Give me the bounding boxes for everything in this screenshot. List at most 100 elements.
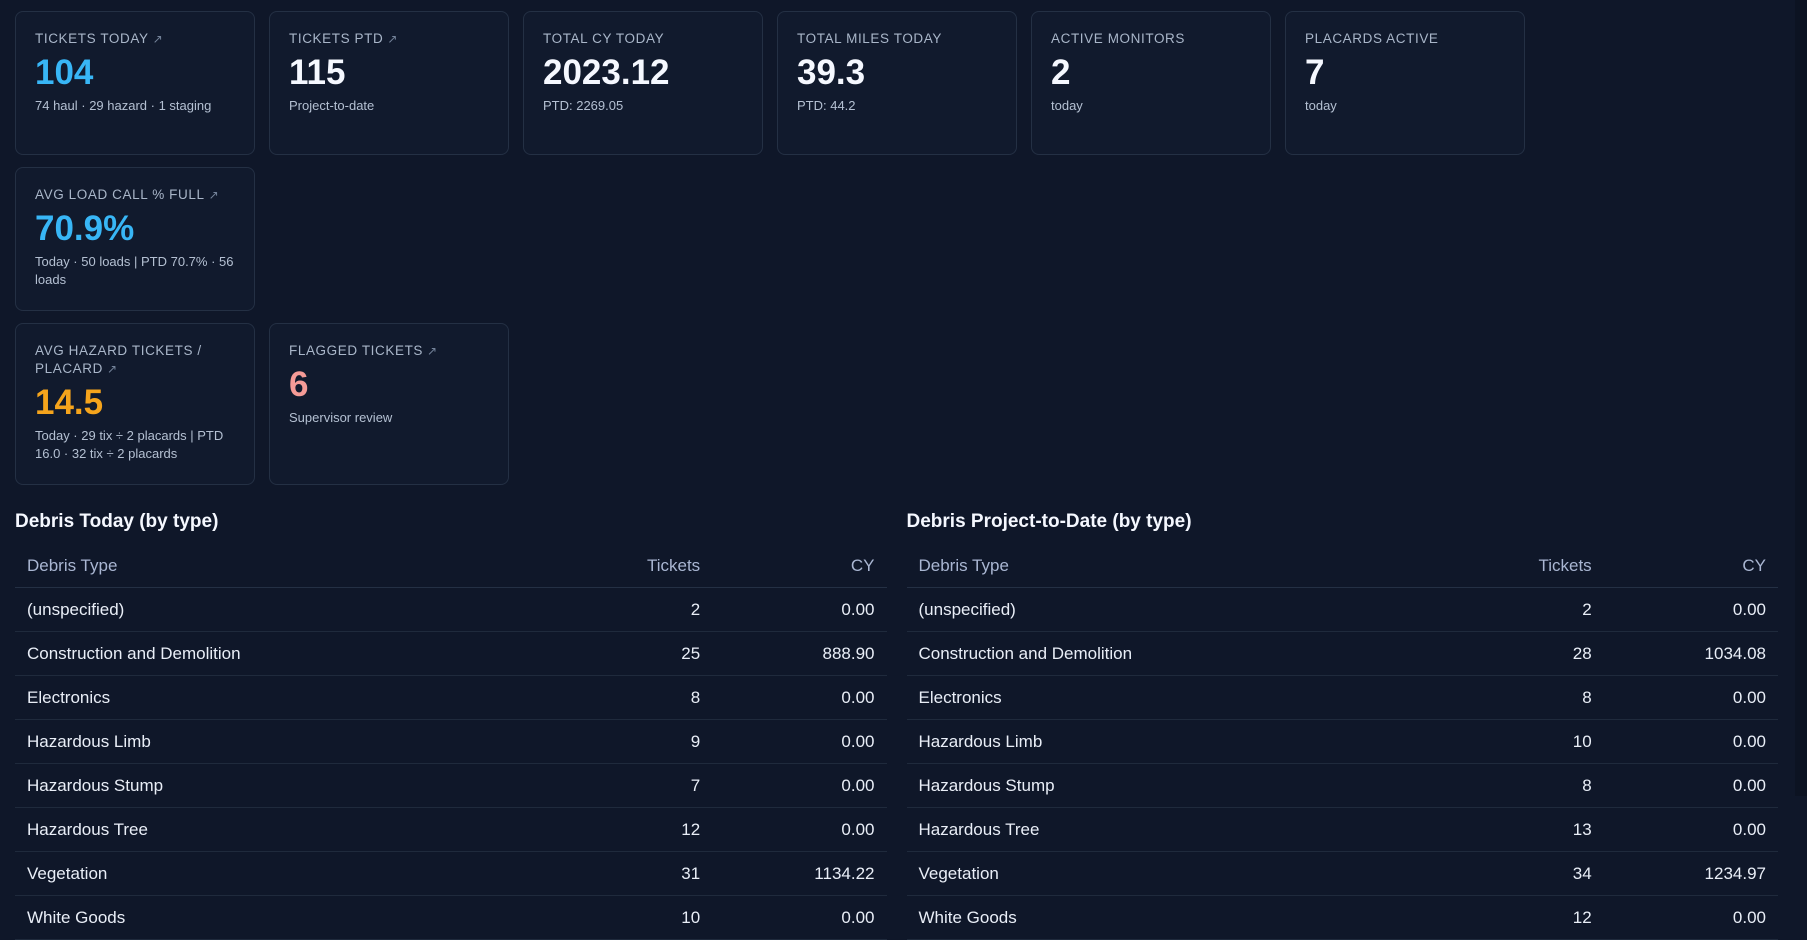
col-debris-type[interactable]: Debris Type [15, 544, 521, 588]
table-row: (unspecified) 2 0.00 [906, 587, 1778, 632]
debris-type-cell: White Goods [15, 895, 521, 940]
col-cy[interactable]: CY [712, 544, 887, 588]
debris-type-cell: White Goods [906, 895, 1412, 940]
table-row: Construction and Demolition 25 888.90 [15, 631, 887, 676]
kpi-card-title: ACTIVE MONITORS [1051, 30, 1251, 48]
tickets-cell: 7 [520, 763, 713, 808]
tickets-cell: 2 [1411, 587, 1604, 632]
table-row: Vegetation 31 1134.22 [15, 851, 887, 896]
tickets-cell: 10 [520, 895, 713, 940]
debris-type-cell: Hazardous Tree [906, 807, 1412, 852]
table-row: White Goods 10 0.00 [15, 895, 887, 940]
table-row: Construction and Demolition 28 1034.08 [906, 631, 1778, 676]
tickets-cell: 8 [1411, 763, 1604, 808]
debris-type-cell: Hazardous Limb [906, 719, 1412, 764]
kpi-card: TOTAL MILES TODAY 39.3 PTD: 44.2 [777, 11, 1017, 155]
kpi-card: PLACARDS ACTIVE 7 today [1285, 11, 1525, 155]
cy-cell: 888.90 [712, 631, 887, 676]
table-row: Hazardous Stump 8 0.00 [906, 763, 1778, 808]
kpi-card-title: FLAGGED TICKETS ↗ [289, 342, 489, 360]
tickets-cell: 34 [1411, 851, 1604, 896]
external-link-arrow-icon[interactable]: ↗ [209, 188, 220, 202]
debris-tables: Debris Today (by type) Debris Type Ticke… [15, 510, 1778, 940]
cy-cell: 0.00 [712, 763, 887, 808]
kpi-card-title-text: FLAGGED TICKETS [289, 343, 424, 358]
table-header-row: Debris Type Tickets CY [906, 544, 1778, 588]
cy-cell: 0.00 [712, 719, 887, 764]
tickets-cell: 25 [520, 631, 713, 676]
kpi-card-value: 39.3 [797, 53, 866, 92]
kpi-card-subtext: Today · 50 loads | PTD 70.7% · 56 loads [35, 254, 234, 287]
kpi-card-title: TICKETS TODAY ↗ [35, 30, 235, 48]
cy-cell: 0.00 [712, 895, 887, 940]
col-cy[interactable]: CY [1603, 544, 1778, 588]
page-scrollbar[interactable] [1795, 0, 1807, 796]
tickets-cell: 2 [520, 587, 713, 632]
external-link-arrow-icon[interactable]: ↗ [107, 362, 118, 376]
debris-today-title: Debris Today (by type) [15, 511, 219, 532]
kpi-card-value: 7 [1305, 53, 1325, 92]
debris-type-cell: Vegetation [906, 851, 1412, 896]
kpi-card-value: 115 [289, 53, 346, 92]
cy-cell: 1134.22 [712, 851, 887, 896]
kpi-card[interactable]: FLAGGED TICKETS ↗ 6 Supervisor review [269, 323, 509, 485]
col-tickets[interactable]: Tickets [1411, 544, 1604, 588]
debris-type-cell: Hazardous Tree [15, 807, 521, 852]
table-row: (unspecified) 2 0.00 [15, 587, 887, 632]
kpi-card[interactable]: AVG LOAD CALL % FULL ↗ 70.9% Today · 50 loa… [15, 167, 255, 311]
kpi-card-title: TOTAL MILES TODAY [797, 30, 997, 48]
cy-cell: 0.00 [1603, 807, 1778, 852]
debris-today-table: Debris Type Tickets CY (unspecified) 2 0.0… [15, 544, 887, 940]
tickets-cell: 9 [520, 719, 713, 764]
kpi-card-value: 2023.12 [543, 53, 670, 92]
table-row: Hazardous Stump 7 0.00 [15, 763, 887, 808]
kpi-card-value: 6 [289, 365, 309, 404]
kpi-card-value: 2 [1051, 53, 1071, 92]
cy-cell: 0.00 [1603, 895, 1778, 940]
debris-type-cell: (unspecified) [15, 587, 521, 632]
tickets-cell: 31 [520, 851, 713, 896]
col-tickets[interactable]: Tickets [520, 544, 713, 588]
tickets-cell: 12 [1411, 895, 1604, 940]
kpi-cards-row-2: AVG HAZARD TICKETS / PLACARD ↗ 14.5 Today ·… [15, 323, 1778, 485]
kpi-card[interactable]: AVG HAZARD TICKETS / PLACARD ↗ 14.5 Today ·… [15, 323, 255, 485]
debris-type-cell: Hazardous Limb [15, 719, 521, 764]
debris-type-cell: Hazardous Stump [906, 763, 1412, 808]
kpi-card[interactable]: TICKETS TODAY ↗ 104 74 haul · 29 hazard · 1… [15, 11, 255, 155]
external-link-arrow-icon[interactable]: ↗ [427, 344, 438, 358]
cy-cell: 0.00 [712, 675, 887, 720]
kpi-card-title: PLACARDS ACTIVE [1305, 30, 1505, 48]
cy-cell: 0.00 [1603, 719, 1778, 764]
kpi-card-title: TOTAL CY TODAY [543, 30, 743, 48]
cy-cell: 1234.97 [1603, 851, 1778, 896]
kpi-card-title-text: TOTAL CY TODAY [543, 31, 665, 46]
kpi-card-subtext: Project-to-date [289, 98, 375, 113]
kpi-card-subtext: PTD: 44.2 [797, 98, 856, 113]
cy-cell: 0.00 [1603, 675, 1778, 720]
debris-ptd-table: Debris Type Tickets CY (unspecified) 2 0.0… [906, 544, 1778, 940]
cy-cell: 0.00 [712, 807, 887, 852]
table-row: Hazardous Tree 12 0.00 [15, 807, 887, 852]
table-row: Hazardous Limb 9 0.00 [15, 719, 887, 764]
kpi-card-subtext: today [1305, 98, 1337, 113]
table-row: White Goods 12 0.00 [906, 895, 1778, 940]
kpi-card[interactable]: TICKETS PTD ↗ 115 Project-to-date [269, 11, 509, 155]
debris-type-cell: Hazardous Stump [15, 763, 521, 808]
kpi-card-title-text: PLACARDS ACTIVE [1305, 31, 1439, 46]
kpi-card-title-text: TICKETS TODAY [35, 31, 149, 46]
tickets-cell: 8 [520, 675, 713, 720]
kpi-card-value: 70.9% [35, 209, 135, 248]
table-row: Hazardous Tree 13 0.00 [906, 807, 1778, 852]
table-row: Hazardous Limb 10 0.00 [906, 719, 1778, 764]
cy-cell: 0.00 [1603, 763, 1778, 808]
external-link-arrow-icon[interactable]: ↗ [153, 32, 164, 46]
col-debris-type[interactable]: Debris Type [906, 544, 1412, 588]
debris-type-cell: Electronics [906, 675, 1412, 720]
kpi-card-subtext: 74 haul · 29 hazard · 1 staging [35, 98, 212, 113]
external-link-arrow-icon[interactable]: ↗ [387, 32, 398, 46]
cy-cell: 0.00 [1603, 587, 1778, 632]
debris-ptd-panel: Debris Project-to-Date (by type) Debris … [906, 510, 1778, 940]
tickets-cell: 13 [1411, 807, 1604, 852]
table-row: Vegetation 34 1234.97 [906, 851, 1778, 896]
kpi-card-title-text: TOTAL MILES TODAY [797, 31, 942, 46]
